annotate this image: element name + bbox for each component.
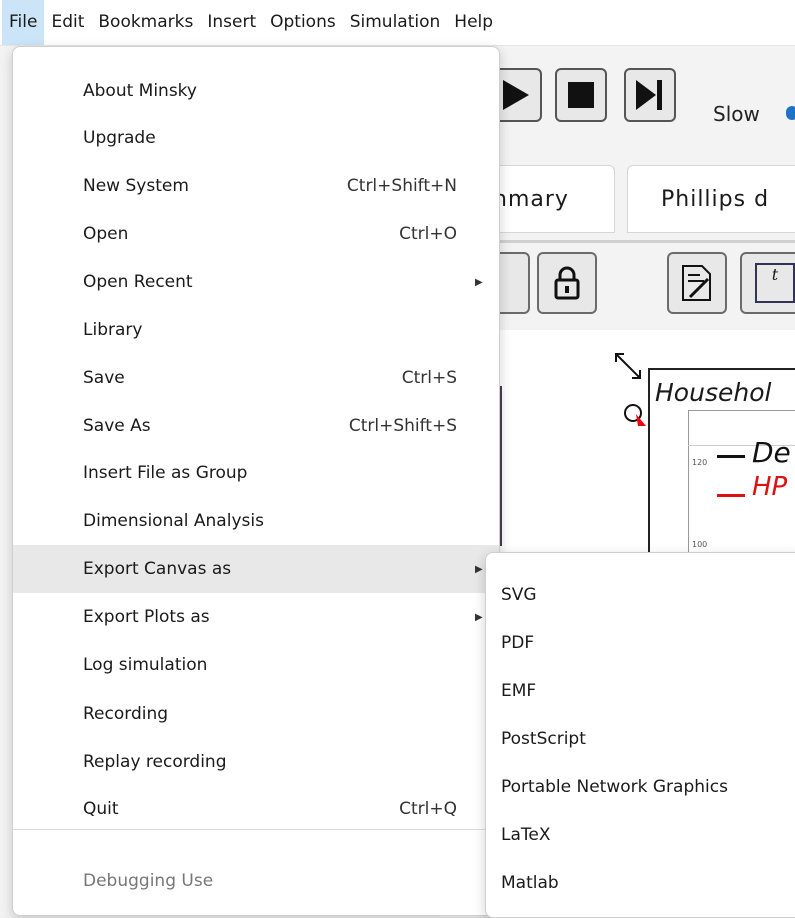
menu-bookmarks[interactable]: Bookmarks — [91, 0, 200, 45]
menu-item-label: Log simulation — [83, 655, 208, 675]
menu-item-upgrade[interactable]: Upgrade — [13, 114, 499, 162]
menu-item-label: Replay recording — [83, 752, 227, 772]
legend-line-1 — [717, 455, 745, 458]
menu-item-shortcut: Ctrl+O — [399, 224, 457, 244]
menu-item-recording[interactable]: Recording — [13, 690, 499, 738]
submenu-arrow-icon: ▶ — [475, 611, 483, 623]
menu-item-shortcut: Ctrl+Shift+N — [346, 176, 457, 196]
menu-item-open[interactable]: Open Ctrl+O — [13, 210, 499, 258]
menu-item-label: Debugging Use — [83, 871, 214, 891]
menu-item-label: Insert File as Group — [83, 463, 248, 483]
submenu-arrow-icon: ▶ — [475, 276, 483, 288]
speed-label: Slow — [713, 102, 760, 126]
menu-item-save-as[interactable]: Save As Ctrl+Shift+S — [13, 402, 499, 450]
menu-help[interactable]: Help — [447, 0, 500, 45]
menu-item-shortcut: Ctrl+Q — [399, 799, 457, 819]
menu-item-about[interactable]: About Minsky — [13, 67, 499, 115]
plot-tick-1: 120 — [692, 458, 708, 467]
submenu-item-png[interactable]: Portable Network Graphics — [486, 763, 795, 811]
step-button[interactable] — [624, 68, 676, 122]
menu-insert[interactable]: Insert — [200, 0, 263, 45]
submenu-item-postscript[interactable]: PostScript — [486, 715, 795, 763]
menu-file[interactable]: File — [2, 0, 45, 45]
menu-item-export-canvas[interactable]: Export Canvas as ▶ — [13, 545, 499, 593]
submenu-item-label: SVG — [501, 585, 537, 605]
speed-slider-handle[interactable] — [786, 106, 795, 120]
menu-item-shortcut: Ctrl+Shift+S — [348, 416, 457, 436]
submenu-item-latex[interactable]: LaTeX — [486, 811, 795, 859]
submenu-item-label: LaTeX — [501, 825, 551, 845]
menu-item-label: Open Recent — [83, 272, 193, 292]
tab-summary-label: nmary — [493, 186, 569, 212]
submenu-item-label: PostScript — [501, 729, 586, 749]
menu-item-insert-file-as-group[interactable]: Insert File as Group — [13, 449, 499, 497]
menu-item-label: Recording — [83, 704, 169, 724]
stop-icon — [568, 82, 594, 108]
submenu-arrow-icon: ▶ — [475, 563, 483, 575]
submenu-item-emf[interactable]: EMF — [486, 667, 795, 715]
legend-line-2 — [717, 494, 745, 497]
legend-label-2: HP — [752, 472, 788, 502]
menu-item-export-plots[interactable]: Export Plots as ▶ — [13, 593, 499, 641]
menu-options[interactable]: Options — [263, 0, 343, 45]
menu-edit[interactable]: Edit — [44, 0, 91, 45]
menu-item-label: Export Plots as — [83, 607, 210, 627]
menu-item-label: Export Canvas as — [83, 559, 232, 579]
submenu-item-label: Portable Network Graphics — [501, 777, 728, 797]
play-icon — [503, 80, 529, 110]
menu-separator — [13, 829, 499, 830]
step-icon — [636, 80, 662, 110]
menu-item-log-simulation[interactable]: Log simulation — [13, 641, 499, 689]
lock-icon — [554, 266, 580, 300]
note-edit-icon — [682, 265, 711, 301]
plot-tick-2: 100 — [692, 540, 708, 549]
resize-arrow-icon — [615, 353, 641, 379]
godley-title: Househol — [655, 378, 772, 407]
submenu-item-matlab[interactable]: Matlab — [486, 859, 795, 907]
menu-item-label: Dimensional Analysis — [83, 511, 264, 531]
submenu-item-svg[interactable]: SVG — [486, 571, 795, 619]
note-button[interactable] — [667, 252, 727, 314]
menubar: File Edit Bookmarks Insert Options Simul… — [0, 0, 795, 46]
menu-item-label: Open — [83, 224, 129, 244]
menu-item-shortcut: Ctrl+S — [401, 368, 457, 388]
menu-item-open-recent[interactable]: Open Recent ▶ — [13, 258, 499, 306]
menu-item-label: Save As — [83, 416, 151, 436]
tab-phillips[interactable]: Phillips d — [627, 165, 795, 233]
menu-item-library[interactable]: Library — [13, 306, 499, 354]
port-icon — [624, 404, 646, 426]
stop-button[interactable] — [555, 68, 607, 122]
legend-label-1: De — [752, 436, 791, 469]
menu-item-save[interactable]: Save Ctrl+S — [13, 354, 499, 402]
canvas-border-line — [500, 386, 502, 546]
menu-item-label: Quit — [83, 799, 119, 819]
submenu-item-label: PDF — [501, 633, 535, 653]
text-tool-button[interactable]: t — [740, 252, 795, 314]
menu-item-label: Library — [83, 320, 143, 340]
menu-item-debugging-use[interactable]: Debugging Use — [13, 857, 499, 905]
submenu-item-label: EMF — [501, 681, 537, 701]
menu-simulation[interactable]: Simulation — [343, 0, 448, 45]
menu-item-new-system[interactable]: New System Ctrl+Shift+N — [13, 162, 499, 210]
menu-item-label: Upgrade — [83, 128, 156, 148]
submenu-item-label: Matlab — [501, 873, 559, 893]
tab-phillips-label: Phillips d — [661, 186, 770, 212]
menu-item-replay-recording[interactable]: Replay recording — [13, 738, 499, 786]
menu-item-label: Save — [83, 368, 125, 388]
submenu-item-pdf[interactable]: PDF — [486, 619, 795, 667]
menu-item-quit[interactable]: Quit Ctrl+Q — [13, 785, 499, 833]
menu-item-dimensional-analysis[interactable]: Dimensional Analysis — [13, 497, 499, 545]
tab-divider — [490, 240, 795, 243]
file-menu: About Minsky Upgrade New System Ctrl+Shi… — [12, 46, 500, 916]
menu-item-label: About Minsky — [83, 81, 197, 101]
text-tool-icon: t — [755, 263, 795, 303]
export-canvas-submenu: SVG PDF EMF PostScript Portable Network … — [485, 552, 795, 918]
lock-button[interactable] — [537, 252, 597, 314]
menu-item-label: New System — [83, 176, 189, 196]
